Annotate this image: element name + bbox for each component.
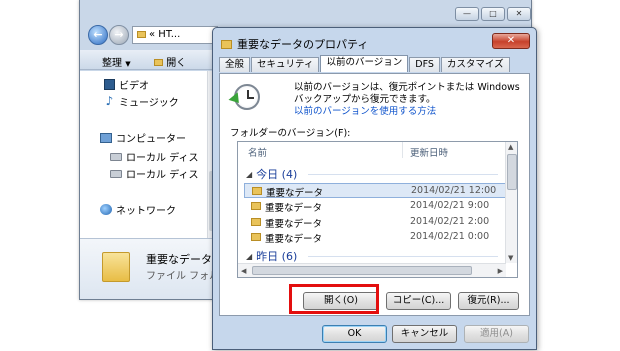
organize-button[interactable]: 整理 ▼ (102, 54, 131, 69)
forward-button[interactable]: → (109, 25, 129, 45)
collapse-triangle-icon: ◢ (246, 169, 253, 179)
copy-version-button[interactable]: コピー(C)... (386, 292, 451, 310)
tab-general[interactable]: 全般 (219, 57, 251, 72)
nav-item-music[interactable]: ♪ ミュージック (104, 94, 179, 109)
details-pane: 重要なデータ ファイル フォル (80, 238, 219, 299)
list-horizontal-scrollbar[interactable]: ◀ ▶ (238, 263, 506, 277)
organize-label: 整理 (102, 58, 122, 69)
version-row[interactable]: 重要なデータ 2014/02/21 2:00 (244, 215, 506, 230)
minimize-button[interactable]: — (455, 7, 479, 21)
scroll-left-icon[interactable]: ◀ (241, 267, 246, 275)
highlight-box (289, 284, 379, 314)
nav-item-local-disk-2[interactable]: ローカル ディス (110, 166, 198, 181)
collapse-triangle-icon: ◢ (246, 251, 253, 261)
version-date: 2014/02/21 0:00 (410, 231, 490, 242)
column-header-date[interactable]: 更新日時 (410, 145, 448, 159)
folder-icon (102, 252, 130, 282)
disk-icon (110, 169, 122, 178)
open-folder-icon (154, 59, 163, 66)
open-toolbar-button[interactable]: 開く (154, 54, 186, 69)
versions-label: フォルダーのバージョン(F): (230, 128, 351, 139)
folder-icon (251, 233, 261, 241)
version-date: 2014/02/21 9:00 (410, 200, 490, 211)
computer-icon (100, 132, 112, 143)
video-icon (104, 79, 115, 90)
apply-button[interactable]: 適用(A) (464, 325, 529, 343)
help-link[interactable]: 以前のバージョンを使用する方法 (294, 106, 436, 117)
tab-previous-versions[interactable]: 以前のバージョン (320, 55, 409, 72)
version-row[interactable]: 重要なデータ 2014/02/21 0:00 (244, 230, 506, 245)
group-header-today[interactable]: ◢ 今日 (4) (246, 166, 297, 182)
music-icon: ♪ (105, 94, 114, 108)
tab-dfs[interactable]: DFS (409, 57, 440, 72)
dropdown-arrow-icon: ▼ (125, 60, 131, 68)
nav-item-network[interactable]: ネットワーク (100, 202, 176, 217)
list-vertical-scrollbar[interactable]: ▲ ▼ (505, 142, 517, 263)
version-name: 重要なデータ (265, 219, 323, 230)
back-button[interactable]: ← (88, 25, 108, 45)
restore-clock-icon (228, 84, 260, 110)
details-type: ファイル フォル (146, 271, 220, 282)
address-row: ← → « HT... (88, 24, 218, 46)
column-header-name[interactable]: 名前 (248, 145, 267, 159)
group-header-yesterday[interactable]: ◢ 昨日 (6) (246, 248, 297, 264)
maximize-button[interactable]: □ (481, 7, 505, 21)
folder-icon (137, 31, 146, 38)
nav-item-label: ローカル ディス (126, 153, 199, 164)
explorer-toolbar: 整理 ▼ 開く (80, 50, 220, 70)
folder-icon (252, 187, 262, 195)
address-text: « HT... (149, 29, 181, 40)
details-name: 重要なデータ (146, 253, 212, 266)
nav-item-videos[interactable]: ビデオ (104, 77, 149, 92)
scrollbar-thumb[interactable] (252, 266, 472, 275)
tab-customize[interactable]: カスタマイズ (440, 57, 510, 72)
explorer-close-button[interactable]: ✕ (507, 7, 531, 21)
close-icon: ✕ (506, 35, 516, 46)
open-label: 開く (166, 58, 187, 69)
dialog-title: 重要なデータのプロパティ (237, 38, 369, 51)
nav-item-label: ビデオ (119, 81, 149, 92)
dialog-close-button[interactable]: ✕ (492, 33, 530, 49)
cancel-button[interactable]: キャンセル (392, 325, 457, 343)
version-date: 2014/02/21 12:00 (411, 185, 497, 196)
intro-text: 以前のバージョンは、復元ポイントまたは Windows バックアップから復元でき… (294, 82, 526, 118)
version-date: 2014/02/21 2:00 (410, 216, 490, 227)
group-label: 今日 (4) (256, 168, 298, 181)
version-row[interactable]: 重要なデータ 2014/02/21 12:00 (244, 183, 506, 199)
nav-item-computer[interactable]: コンピューター (100, 130, 186, 145)
address-bar[interactable]: « HT... (132, 26, 218, 44)
group-label: 昨日 (6) (256, 250, 298, 263)
dialog-title-bar: 重要なデータのプロパティ (221, 36, 368, 52)
previous-versions-panel: 以前のバージョンは、復元ポイントまたは Windows バックアップから復元でき… (219, 73, 530, 316)
tab-bar: 全般 セキュリティ 以前のバージョン DFS カスタマイズ (219, 55, 511, 73)
folder-icon (251, 218, 261, 226)
restore-version-button[interactable]: 復元(R)... (458, 292, 519, 310)
version-name: 重要なデータ (265, 234, 323, 245)
version-row[interactable]: 重要なデータ 2014/02/21 9:00 (244, 199, 506, 214)
versions-list[interactable]: 名前 ⌃ 更新日時 ◢ 今日 (4) 重要なデータ 2014/02/21 12:… (237, 141, 518, 278)
network-icon (100, 204, 112, 215)
version-name: 重要なデータ (266, 188, 324, 199)
nav-item-label: ローカル ディス (126, 170, 199, 181)
disk-icon (110, 152, 122, 161)
folder-icon (221, 39, 232, 49)
intro-description: 以前のバージョンは、復元ポイントまたは Windows バックアップから復元でき… (294, 82, 520, 105)
nav-item-label: ネットワーク (116, 206, 176, 217)
nav-item-label: ミュージック (119, 98, 179, 109)
scrollbar-thumb[interactable] (507, 154, 517, 190)
version-name: 重要なデータ (265, 203, 323, 214)
nav-item-label: コンピューター (116, 134, 186, 145)
tab-security[interactable]: セキュリティ (251, 57, 320, 72)
folder-icon (251, 202, 261, 210)
scroll-right-icon[interactable]: ▶ (498, 267, 503, 275)
scroll-up-icon[interactable]: ▲ (508, 143, 513, 151)
ok-button[interactable]: OK (322, 325, 387, 343)
list-header: 名前 ⌃ 更新日時 (238, 142, 506, 159)
nav-item-local-disk-1[interactable]: ローカル ディス (110, 149, 198, 164)
scroll-down-icon[interactable]: ▼ (508, 254, 513, 262)
